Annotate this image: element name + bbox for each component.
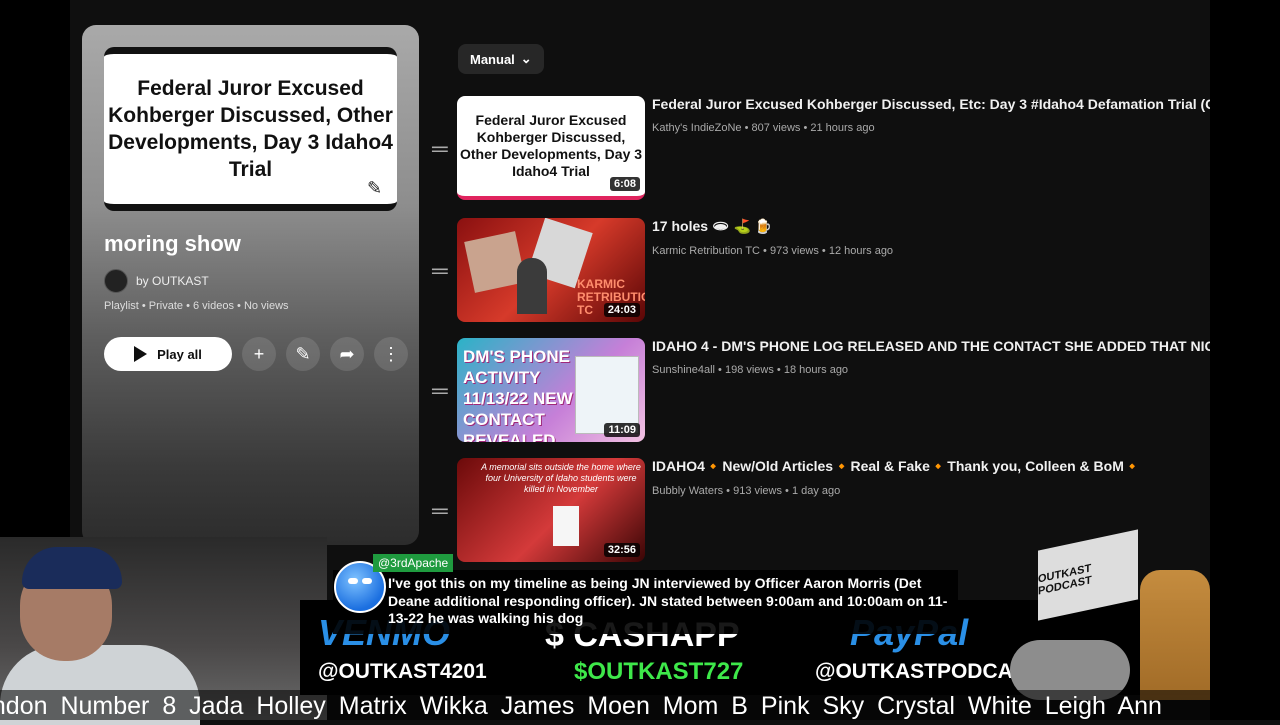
video-title[interactable]: IDAHO4🔸New/Old Articles🔸Real & Fake🔸Than… xyxy=(652,458,1210,475)
ticker-text: ondon Number 8 Jada Holley Matrix Wikka … xyxy=(0,692,1162,720)
more-icon[interactable]: ⋮ xyxy=(374,337,408,371)
duration-badge: 11:09 xyxy=(604,423,640,437)
plus-icon[interactable]: + xyxy=(242,337,276,371)
playlist-header: Federal Juror Excused Kohberger Discusse… xyxy=(82,25,419,545)
playlist-actions: Play all + ✎ ➦ ⋮ xyxy=(104,337,408,371)
pencil-icon[interactable]: ✎ xyxy=(367,178,387,198)
video-meta: Sunshine4all • 198 views • 18 hours ago xyxy=(652,364,849,376)
video-title[interactable]: Federal Juror Excused Kohberger Discusse… xyxy=(652,96,1210,112)
video-meta: Bubbly Waters • 913 views • 1 day ago xyxy=(652,485,841,497)
video-info: Federal Juror Excused Kohberger Discusse… xyxy=(652,96,1210,134)
sort-label: Manual xyxy=(470,51,515,67)
house-door xyxy=(553,506,579,546)
video-thumbnail[interactable]: DM'S PHONE ACTIVITY 11/13/22 NEW CONTACT… xyxy=(457,338,645,442)
drag-handle-icon[interactable]: ═ xyxy=(432,258,448,284)
play-icon xyxy=(134,346,148,362)
duration-badge: 6:08 xyxy=(609,177,640,191)
play-all-button[interactable]: Play all xyxy=(104,337,232,371)
thumbnail-text: Federal Juror Excused Kohberger Discusse… xyxy=(459,112,643,179)
podcast-logo-text: OUTKAST PODCAST xyxy=(1038,562,1092,598)
playlist-title[interactable]: moring show xyxy=(104,231,241,257)
chat-username: @3rdApache xyxy=(373,554,454,572)
video-title[interactable]: 17 holes 🕳 ⛳ 🍺 xyxy=(652,218,1210,235)
sort-dropdown[interactable]: Manual ⌄ xyxy=(458,44,544,74)
name-ticker: ondon Number 8 Jada Holley Matrix Wikka … xyxy=(0,690,1280,720)
webcam-cap xyxy=(22,547,122,589)
video-title[interactable]: IDAHO 4 - DM'S PHONE LOG RELEASED AND TH… xyxy=(652,338,1210,354)
avatar[interactable] xyxy=(104,269,128,293)
video-info: 17 holes 🕳 ⛳ 🍺 Karmic Retribution TC • 9… xyxy=(652,218,1210,257)
play-all-label: Play all xyxy=(157,346,202,362)
video-row-2[interactable]: ═ KARMIC RETRIBUTION TC 24:03 17 holes 🕳… xyxy=(430,218,1210,326)
left-letterbox xyxy=(0,0,70,540)
drag-handle-icon[interactable]: ═ xyxy=(432,498,448,524)
playlist-thumbnail[interactable]: Federal Juror Excused Kohberger Discusse… xyxy=(104,47,397,211)
edit-icon[interactable]: ✎ xyxy=(286,337,320,371)
person-figure xyxy=(517,258,547,314)
video-meta: Kathy's IndieZoNe • 807 views • 21 hours… xyxy=(652,122,875,134)
video-thumbnail[interactable]: KARMIC RETRIBUTION TC 24:03 xyxy=(457,218,645,322)
avatar-eye xyxy=(362,578,372,584)
avatar-eye xyxy=(348,578,358,584)
video-info: IDAHO 4 - DM'S PHONE LOG RELEASED AND TH… xyxy=(652,338,1210,376)
duration-badge: 24:03 xyxy=(603,303,640,317)
share-icon[interactable]: ➦ xyxy=(330,337,364,371)
video-row-1[interactable]: ═ Federal Juror Excused Kohberger Discus… xyxy=(430,96,1210,204)
playlist-meta: Playlist • Private • 6 videos • No views xyxy=(104,300,289,312)
right-letterbox xyxy=(1210,0,1280,720)
duration-badge: 32:56 xyxy=(603,543,640,557)
giraffe-graphic xyxy=(1140,570,1210,700)
video-meta: Karmic Retribution TC • 973 views • 12 h… xyxy=(652,245,894,257)
chat-message: I've got this on my timeline as being JN… xyxy=(388,575,948,626)
playlist-owner: by OUTKAST xyxy=(104,269,209,293)
thumbnail-text: DM'S PHONE ACTIVITY 11/13/22 NEW CONTACT… xyxy=(463,347,573,442)
owner-label[interactable]: by OUTKAST xyxy=(136,274,209,288)
playlist-thumbnail-text: Federal Juror Excused Kohberger Discusse… xyxy=(108,77,393,181)
drag-handle-icon[interactable]: ═ xyxy=(432,378,448,404)
chevron-down-icon: ⌄ xyxy=(520,51,532,66)
paypal-handle: @OUTKASTPODCAST xyxy=(815,660,1040,683)
video-thumbnail[interactable]: Federal Juror Excused Kohberger Discusse… xyxy=(457,96,645,200)
video-thumbnail[interactable]: A memorial sits outside the home where f… xyxy=(457,458,645,562)
video-row-3[interactable]: ═ DM'S PHONE ACTIVITY 11/13/22 NEW CONTA… xyxy=(430,338,1210,446)
video-info: IDAHO4🔸New/Old Articles🔸Real & Fake🔸Than… xyxy=(652,458,1210,497)
cashapp-handle: $OUTKAST727 xyxy=(574,658,744,685)
drag-handle-icon[interactable]: ═ xyxy=(432,136,448,162)
venmo-handle: @OUTKAST4201 xyxy=(318,660,487,683)
thumbnail-text: A memorial sits outside the home where f… xyxy=(481,462,641,494)
